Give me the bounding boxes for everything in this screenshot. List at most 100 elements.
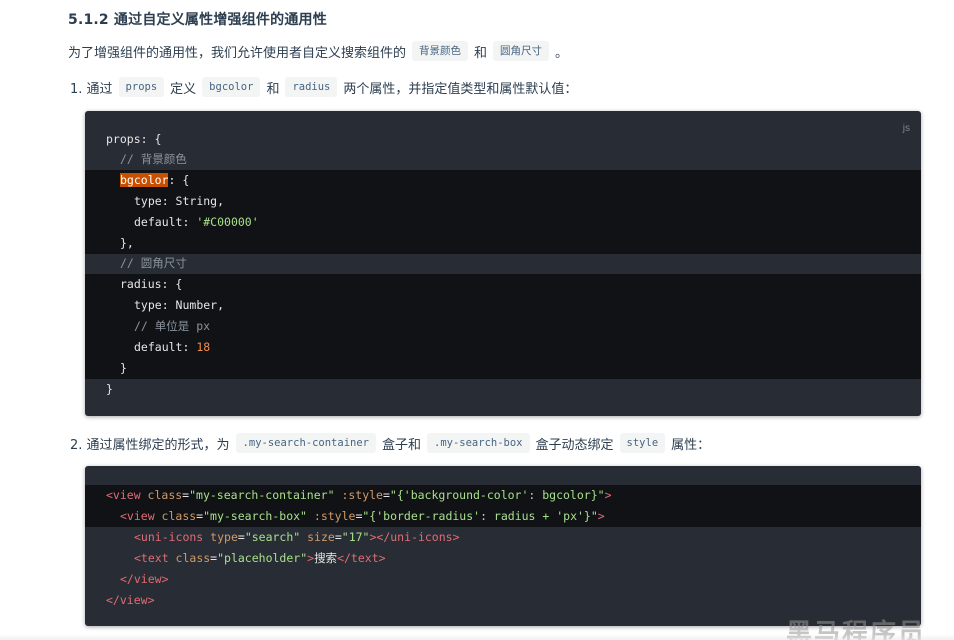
intro-end: 。 <box>555 45 569 61</box>
code-line: props: { <box>85 129 921 150</box>
code-token: : { <box>168 173 190 187</box>
section-heading: 5.1.2 通过自定义属性增强组件的通用性 <box>68 12 327 28</box>
code-comment: // 圆角尺寸 <box>120 256 187 270</box>
code-tag: </ <box>337 551 351 565</box>
code-token: type <box>134 298 162 312</box>
code-tag: view <box>119 593 148 607</box>
code-attr-value: "my-search-container" <box>189 488 335 502</box>
code-token: : Number, <box>161 298 225 312</box>
step-2-paragraph: 2. 通过属性绑定的形式，为 .my-search-container 盒子和 … <box>70 433 710 453</box>
code-tag: ></ <box>369 530 391 544</box>
code-attr-value: "17" <box>341 530 370 544</box>
inline-code-box-class: .my-search-box <box>427 433 530 453</box>
code-line-highlighted: type: String, <box>85 191 921 212</box>
code-tag: > <box>604 488 612 502</box>
code-line-highlighted: bgcolor: { <box>85 170 921 191</box>
code-token: type <box>134 194 162 208</box>
code-attr: class <box>140 488 183 502</box>
code-token: : <box>182 340 197 354</box>
code-token: default <box>134 215 183 229</box>
code-line-highlighted: default: '#C00000' <box>85 212 921 233</box>
code-number: 18 <box>196 340 211 354</box>
code-attr: class <box>154 509 197 523</box>
code-line: // 圆角尺寸 <box>85 253 921 274</box>
inline-code-container-class: .my-search-container <box>235 433 376 453</box>
step-2-text-2: 盒子和 <box>381 437 421 453</box>
code-line-highlighted: default: 18 <box>85 337 921 358</box>
code-attr: :style <box>334 488 383 502</box>
step-1-text-4: 两个属性，并指定值类型和属性默认值： <box>343 81 578 97</box>
code-attr-value: "{'background-color': bgcolor}" <box>389 488 605 502</box>
code-tag: uni-icons <box>390 530 453 544</box>
step-1-text-2: 定义 <box>170 81 197 97</box>
intro-text: 为了增强组件的通用性，我们允许使用者自定义搜索组件的 <box>68 45 407 61</box>
inline-code-props: props <box>118 77 165 97</box>
bottom-fade <box>0 634 954 640</box>
code-tag: > <box>452 530 460 544</box>
code-token: : { <box>140 132 162 146</box>
code-attr-value: "{'border-radius': radius + 'px'}" <box>362 509 598 523</box>
document-page: 5.1.2 通过自定义属性增强组件的通用性 为了增强组件的通用性，我们允许使用者… <box>0 0 954 640</box>
code-tag: <view <box>120 509 155 523</box>
code-token: radius <box>120 277 162 291</box>
code-line-highlighted: <view class = "my-search-container" :style… <box>85 485 921 506</box>
code-tag: text <box>350 551 379 565</box>
step-1-paragraph: 1. 通过 props 定义 bgcolor 和 radius 两个属性，并指定… <box>70 77 577 97</box>
code-token: } <box>120 361 127 375</box>
code-comment: // 背景颜色 <box>120 152 187 166</box>
code-line: // 背景颜色 <box>85 149 921 170</box>
code-tag: > <box>378 551 386 565</box>
selected-text: bgcolor <box>120 173 169 187</box>
code-token: default <box>134 340 183 354</box>
code-line-highlighted: // 单位是 px <box>85 316 921 337</box>
inline-code-radius-size: 圆角尺寸 <box>493 41 550 61</box>
code-line-highlighted: }, <box>85 233 921 254</box>
code-token: : <box>182 215 197 229</box>
step-2-text-3: 盒子动态绑定 <box>535 437 614 453</box>
code-line-highlighted: <view class="my-search-box" :style="{'bo… <box>85 506 921 527</box>
code-line: <text class="placeholder">搜索</text> <box>85 548 921 569</box>
code-token: }, <box>120 236 134 250</box>
step-1-text-3: 和 <box>266 81 280 97</box>
code-text: 搜索 <box>314 551 338 565</box>
code-attr-value: "search" <box>244 530 301 544</box>
code-line-highlighted: radius: { <box>85 274 921 295</box>
code-tag: </ <box>120 572 134 586</box>
code-token: = <box>334 530 342 544</box>
code-tag: > <box>147 593 155 607</box>
code-block-template[interactable]: <view class = "my-search-container" :style… <box>85 466 921 626</box>
code-attr: :style <box>306 509 356 523</box>
code-token: : { <box>161 277 183 291</box>
code-token: } <box>106 382 113 396</box>
code-line-highlighted: } <box>85 358 921 379</box>
step-1-text-1: 1. 通过 <box>70 81 113 97</box>
code-line: </view> <box>85 590 921 611</box>
code-tag: <uni-icons <box>134 530 204 544</box>
code-line: </view> <box>85 569 921 590</box>
code-comment: // 单位是 px <box>134 319 211 333</box>
code-token: = <box>382 488 390 502</box>
code-string: '#C00000' <box>196 215 259 229</box>
inline-code-bgcolor: bgcolor <box>202 77 261 97</box>
code-attr: class <box>168 551 211 565</box>
code-attr-value: "placeholder" <box>217 551 308 565</box>
code-attr: type <box>203 530 238 544</box>
code-tag: > <box>597 509 605 523</box>
inline-code-radius: radius <box>285 77 338 97</box>
code-line: <uni-icons type="search" size="17"></uni… <box>85 527 921 548</box>
code-tag: view <box>133 572 162 586</box>
code-token: = <box>237 530 245 544</box>
code-tag: </ <box>106 593 120 607</box>
code-line: } <box>85 379 921 400</box>
code-token: : String, <box>161 194 225 208</box>
intro-and: 和 <box>474 45 488 61</box>
inline-code-bg-color: 背景颜色 <box>412 41 469 61</box>
inline-code-style: style <box>619 433 666 453</box>
intro-paragraph: 为了增强组件的通用性，我们允许使用者自定义搜索组件的 背景颜色 和 圆角尺寸 。 <box>68 41 568 61</box>
code-tag: > <box>161 572 169 586</box>
step-2-text-1: 2. 通过属性绑定的形式，为 <box>70 437 230 453</box>
code-tag: <text <box>134 551 169 565</box>
code-token: props <box>106 132 141 146</box>
code-attr: size <box>300 530 335 544</box>
code-block-props[interactable]: js props: { // 背景颜色 bgcolor: { type: Str… <box>85 111 921 416</box>
